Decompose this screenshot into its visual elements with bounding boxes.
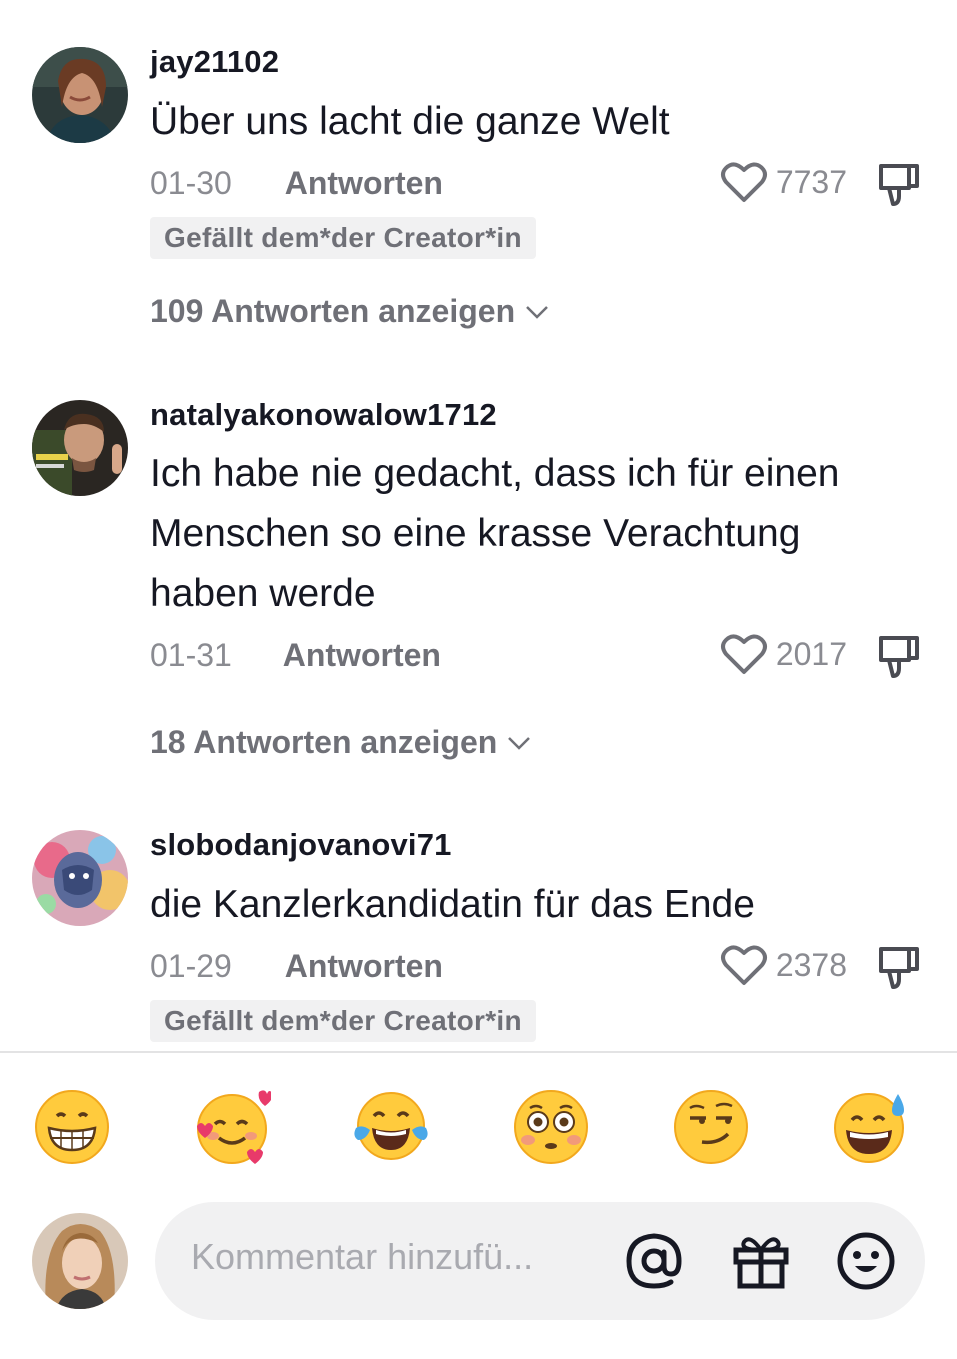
- creator-liked-badge: Gefällt dem*der Creator*in: [150, 217, 536, 259]
- at-icon[interactable]: [621, 1228, 687, 1294]
- heart-outline-icon: [720, 162, 767, 202]
- divider: [0, 1051, 957, 1053]
- reply-button[interactable]: Antworten: [285, 165, 443, 202]
- view-replies-button[interactable]: 109 Antworten anzeigen: [150, 293, 549, 330]
- comment-meta: 01-29 Antworten: [150, 948, 443, 985]
- smiling-face-with-hearts-emoji[interactable]: [193, 1088, 271, 1166]
- avatar[interactable]: [32, 830, 128, 926]
- comment-text: die Kanzlerkandidatin für das Ende: [150, 883, 755, 926]
- reply-button[interactable]: Antworten: [283, 637, 441, 674]
- reply-button[interactable]: Antworten: [285, 948, 443, 985]
- grinning-face-emoji[interactable]: [33, 1088, 111, 1166]
- grinning-face-with-sweat-emoji[interactable]: [832, 1088, 910, 1166]
- comment-date: 01-31: [150, 637, 232, 673]
- thumbs-down-icon[interactable]: [875, 943, 923, 991]
- like-button[interactable]: 7737: [720, 160, 847, 204]
- comment-text: Über uns lacht die ganze Welt: [150, 100, 670, 143]
- view-replies-button[interactable]: 18 Antworten anzeigen: [150, 724, 531, 761]
- view-replies-label: 109 Antworten anzeigen: [150, 293, 516, 329]
- like-button[interactable]: 2378: [720, 943, 847, 987]
- view-replies-label: 18 Antworten anzeigen: [150, 724, 498, 760]
- face-with-tears-of-joy-emoji[interactable]: [352, 1088, 430, 1166]
- my-avatar[interactable]: [32, 1213, 128, 1309]
- comment-list: jay21102 Über uns lacht die ganze Welt 0…: [0, 0, 957, 1050]
- thumbs-down-icon[interactable]: [875, 160, 923, 208]
- comment-date: 01-29: [150, 948, 232, 984]
- heart-outline-icon: [720, 945, 767, 985]
- creator-liked-badge: Gefällt dem*der Creator*in: [150, 1000, 536, 1042]
- like-count: 2017: [775, 635, 847, 672]
- comment-username[interactable]: natalyakonowalow1712: [150, 397, 497, 433]
- comment-username[interactable]: slobodanjovanovi71: [150, 827, 452, 863]
- chevron-down-icon: [526, 305, 548, 319]
- thumbs-down-icon[interactable]: [875, 632, 923, 680]
- comment-username[interactable]: jay21102: [150, 44, 279, 80]
- chevron-down-icon: [508, 736, 531, 750]
- gift-icon[interactable]: [728, 1228, 794, 1294]
- heart-outline-icon: [720, 634, 767, 674]
- like-button[interactable]: 2017: [720, 632, 847, 676]
- comment-composer[interactable]: Kommentar hinzufü...: [155, 1202, 925, 1320]
- smirking-face-emoji[interactable]: [672, 1088, 750, 1166]
- comment-input-placeholder[interactable]: Kommentar hinzufü...: [191, 1236, 533, 1278]
- comment-text: Ich habe nie gedacht, dass ich für einen…: [150, 452, 840, 615]
- emoji-icon[interactable]: [833, 1228, 899, 1294]
- like-count: 2378: [775, 946, 847, 983]
- comment-date: 01-30: [150, 165, 232, 201]
- like-count: 7737: [775, 163, 847, 200]
- emoji-quick-bar: [0, 1088, 957, 1168]
- avatar[interactable]: [32, 47, 128, 143]
- comment-meta: 01-30 Antworten: [150, 165, 443, 202]
- comment-meta: 01-31 Antworten: [150, 637, 441, 674]
- flushed-face-emoji[interactable]: [512, 1088, 590, 1166]
- avatar[interactable]: [32, 400, 128, 496]
